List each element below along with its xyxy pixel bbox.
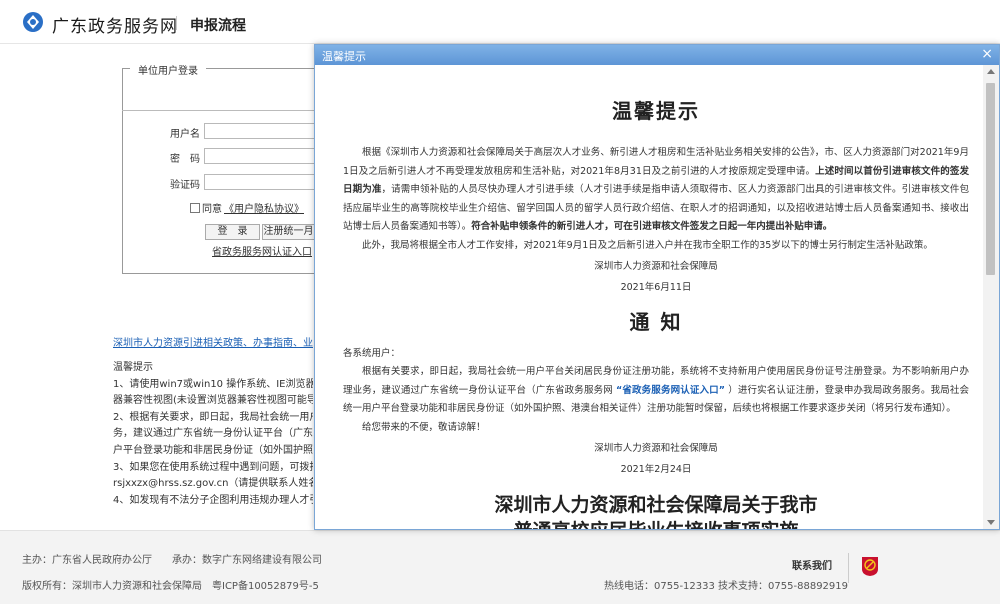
- tip-line: rsjxxzx@hrss.sz.gov.cn（请提供联系人姓名、: [113, 478, 313, 490]
- modal-content: 温馨提示 根据《深圳市人力资源和社会保障局关于高层次人才业务、新引进人才租房和生…: [343, 65, 969, 529]
- login-button[interactable]: 登 录: [205, 224, 260, 240]
- footer-host: 主办：广东省人民政府办公厅: [22, 555, 152, 566]
- notice2-apology: 给您带来的不便，敬请谅解！: [362, 421, 486, 433]
- notice3-heading-line1: 深圳市人力资源和社会保障局关于我市: [494, 493, 818, 516]
- scroll-up-icon[interactable]: [987, 69, 995, 74]
- notice1-heading: 温馨提示: [612, 99, 700, 123]
- agree-text: 同意: [202, 204, 222, 215]
- footer-copyright: 版权所有：深圳市人力资源和社会保障局: [22, 581, 202, 592]
- password-label: 密 码: [170, 154, 200, 165]
- close-icon[interactable]: ×: [981, 46, 993, 62]
- footer: 主办：广东省人民政府办公厅 承办：数字广东网络建设有限公司 版权所有：深圳市人力…: [0, 530, 1000, 604]
- tip-line: 户平台登录功能和非居民身份证（如外国护照: [113, 444, 313, 456]
- notice2-heading: 通 知: [629, 309, 683, 334]
- notice1-signer: 深圳市人力资源和社会保障局: [594, 260, 718, 272]
- login-legend: 单位用户登录: [130, 62, 206, 77]
- privacy-agreement: 同意 《用户隐私协议》: [190, 200, 304, 215]
- modal-title-bar[interactable]: 温馨提示 ×: [315, 45, 999, 65]
- agree-checkbox[interactable]: [190, 202, 200, 213]
- scroll-down-icon[interactable]: [987, 520, 995, 525]
- notice2-signer: 深圳市人力资源和社会保障局: [594, 442, 718, 454]
- modal-scrollbar[interactable]: [983, 65, 999, 529]
- page-title: 申报流程: [190, 18, 246, 34]
- footer-phone: 热线电话：0755-12333 技术支持：0755-88892919: [604, 581, 849, 592]
- footer-operator: 承办：数字广东网络建设有限公司: [172, 555, 322, 566]
- tip-line: 器兼容性视图(未设置浏览器兼容性视图可能导: [113, 395, 313, 407]
- footer-icp[interactable]: 粤ICP备10052879号-5: [212, 577, 319, 592]
- scroll-thumb[interactable]: [986, 83, 995, 275]
- notice2-paragraph: 根据有关要求，即日起，我局社会统一用户平台关闭居民身份证注册功能，系统将不支持新…: [343, 363, 969, 419]
- policy-link[interactable]: 深圳市人力资源引进相关政策、办事指南、业: [113, 334, 313, 349]
- party-emblem-icon[interactable]: [860, 555, 880, 577]
- notice1-paragraph: 根据《深圳市人力资源和社会保障局关于高层次人才业务、新引进人才租房和生活补贴业务…: [343, 144, 969, 237]
- notice1-bold2: 符合补贴申领条件的新引进人才，可在引进审核文件签发之日起一年内提出补贴申请。: [471, 221, 833, 233]
- tips-section: 温馨提示 1、请使用win7或win10 操作系统、IE浏览器（ 器兼容性视图(…: [113, 360, 313, 510]
- username-label: 用户名: [170, 129, 200, 140]
- notice2-date: 2021年2月24日: [620, 463, 692, 475]
- tip-line: 4、如发现有不法分子企图利用违规办理人才引: [113, 494, 313, 506]
- login-divider: [122, 110, 322, 111]
- notice2-salutation: 各系统用户：: [343, 347, 401, 359]
- gov-auth-link[interactable]: 省政务服务网认证入口: [212, 243, 312, 258]
- gov-auth-entry-link[interactable]: “省政务服务网认证入口”: [616, 385, 725, 396]
- contact-us[interactable]: 联系我们: [792, 557, 832, 572]
- tip-line: 2、根据有关要求，即日起，我局社会统一用户: [113, 411, 313, 423]
- tip-line: 1、请使用win7或win10 操作系统、IE浏览器（: [113, 378, 313, 390]
- notice1-paragraph2: 此外，我局将根据全市人才工作安排，对2021年9月1日及之后新引进入户并在我市全…: [362, 239, 933, 251]
- modal-title: 温馨提示: [322, 50, 366, 63]
- privacy-policy-link[interactable]: 《用户隐私协议》: [224, 200, 304, 215]
- notice-modal: 温馨提示 × 温馨提示 根据《深圳市人力资源和社会保障局关于高层次人才业务、新引…: [314, 44, 1000, 530]
- password-input[interactable]: [204, 148, 324, 164]
- tip-line: 务，建议通过广东省统一身份认证平台（广东: [113, 428, 313, 440]
- tip-line: 3、如果您在使用系统过程中遇到问题，可拨打: [113, 461, 313, 473]
- header: 广东政务服务网 申报流程: [0, 0, 1000, 44]
- username-input[interactable]: [204, 123, 324, 139]
- captcha-label: 验证码: [170, 180, 200, 191]
- footer-divider: [848, 553, 849, 583]
- notice3-heading-line2: 普通高校应届毕业生接收事项实施: [343, 518, 969, 529]
- site-name[interactable]: 广东政务服务网: [52, 12, 178, 37]
- captcha-input[interactable]: [204, 174, 324, 190]
- register-button[interactable]: 注册统一月: [262, 224, 314, 240]
- modal-body[interactable]: 温馨提示 根据《深圳市人力资源和社会保障局关于高层次人才业务、新引进人才租房和生…: [315, 65, 983, 529]
- header-divider: [176, 16, 177, 30]
- gd-gov-logo-icon[interactable]: [22, 11, 44, 33]
- tips-title: 温馨提示: [113, 362, 153, 373]
- notice1-date: 2021年6月11日: [620, 281, 692, 293]
